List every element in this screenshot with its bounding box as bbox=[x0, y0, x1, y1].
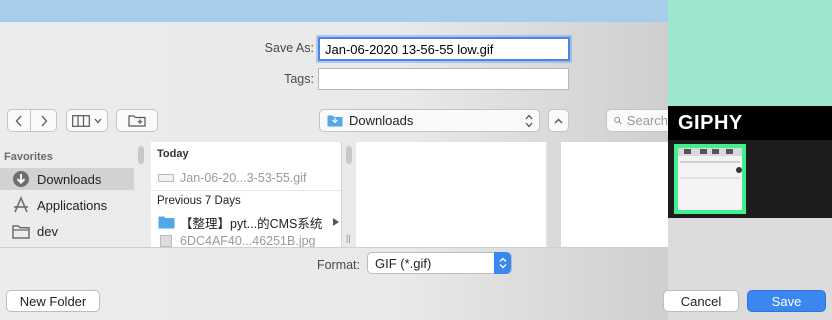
view-options-button[interactable] bbox=[66, 109, 108, 132]
back-button[interactable] bbox=[7, 109, 31, 132]
save-button[interactable]: Save bbox=[747, 290, 826, 312]
section-divider bbox=[151, 190, 341, 191]
file-name: Jan-06-20...3-53-55.gif bbox=[180, 171, 307, 185]
location-label: Downloads bbox=[349, 113, 414, 128]
file-row[interactable]: 6DC4AF40...46251B.jpg bbox=[151, 231, 341, 251]
save-as-label: Save As: bbox=[264, 41, 314, 55]
search-field[interactable]: Search bbox=[606, 109, 668, 132]
gif-file-icon bbox=[157, 171, 175, 185]
folder-icon bbox=[327, 114, 343, 127]
new-folder-icon bbox=[128, 115, 146, 127]
search-placeholder: Search bbox=[626, 113, 668, 128]
format-label: Format: bbox=[316, 258, 360, 272]
folder-name: 【整理】pyt...的CMS系统 bbox=[180, 216, 323, 231]
chevron-down-icon bbox=[94, 118, 102, 123]
sidebar-header: Favorites bbox=[4, 151, 53, 163]
folder-icon bbox=[157, 215, 175, 229]
background-mint-panel bbox=[668, 0, 832, 107]
column-resize-handle[interactable]: || bbox=[346, 233, 352, 243]
chevron-left-icon bbox=[15, 115, 22, 126]
sidebar-scrollbar[interactable] bbox=[138, 146, 144, 164]
applications-icon bbox=[12, 196, 30, 214]
thumbnail-preview-icon bbox=[678, 148, 742, 179]
giphy-header: GIPHY bbox=[668, 106, 832, 140]
section-today: Today bbox=[157, 148, 189, 160]
sidebar-item-label: Applications bbox=[37, 197, 108, 213]
sidebar-item-label: Downloads bbox=[37, 171, 102, 187]
sidebar-item-downloads[interactable]: Downloads bbox=[0, 168, 134, 190]
format-select[interactable]: GIF (*.gif) bbox=[367, 252, 512, 274]
collapse-button[interactable] bbox=[548, 109, 569, 132]
cancel-button[interactable]: Cancel bbox=[663, 290, 739, 312]
chevron-up-icon bbox=[554, 118, 563, 123]
file-name: 6DC4AF40...46251B.jpg bbox=[180, 234, 316, 248]
gif-thumbnail[interactable] bbox=[674, 144, 746, 214]
file-row[interactable]: Jan-06-20...3-53-55.gif bbox=[151, 168, 341, 188]
file-browser-column: Today Jan-06-20...3-53-55.gif Previous 7… bbox=[151, 142, 342, 248]
new-folder-toolbar-button[interactable] bbox=[116, 109, 158, 132]
forward-button[interactable] bbox=[31, 109, 57, 132]
new-folder-button[interactable]: New Folder bbox=[6, 290, 100, 312]
folder-icon bbox=[12, 222, 30, 240]
column-view-icon bbox=[72, 114, 90, 127]
search-icon bbox=[614, 116, 622, 125]
giphy-panel: GIPHY bbox=[668, 106, 832, 218]
updown-arrows-icon bbox=[494, 252, 511, 274]
section-previous-7-days: Previous 7 Days bbox=[157, 195, 241, 207]
tags-field[interactable] bbox=[318, 68, 569, 90]
folder-row[interactable]: 【整理】pyt...的CMS系统 bbox=[151, 212, 341, 232]
disclosure-arrow-icon bbox=[333, 218, 339, 226]
image-file-icon bbox=[157, 234, 175, 248]
sidebar: Favorites Downloads Applications dev bbox=[0, 142, 140, 248]
location-popup[interactable]: Downloads bbox=[319, 109, 540, 132]
column-scrollbar[interactable] bbox=[346, 146, 352, 164]
bottom-separator bbox=[0, 247, 668, 248]
download-circle-icon bbox=[12, 170, 30, 188]
updown-arrows-icon bbox=[525, 114, 533, 127]
tags-label: Tags: bbox=[284, 72, 314, 86]
background-window bbox=[0, 0, 668, 22]
format-value: GIF (*.gif) bbox=[375, 255, 432, 271]
sidebar-item-dev[interactable]: dev bbox=[0, 220, 134, 242]
chevron-right-icon bbox=[40, 115, 47, 126]
file-browser-column-2 bbox=[356, 142, 547, 248]
sidebar-item-label: dev bbox=[37, 223, 58, 239]
file-browser-column-3 bbox=[561, 142, 668, 248]
save-as-field[interactable] bbox=[318, 37, 570, 61]
sidebar-item-applications[interactable]: Applications bbox=[0, 194, 134, 216]
giphy-logo: GIPHY bbox=[678, 112, 743, 134]
